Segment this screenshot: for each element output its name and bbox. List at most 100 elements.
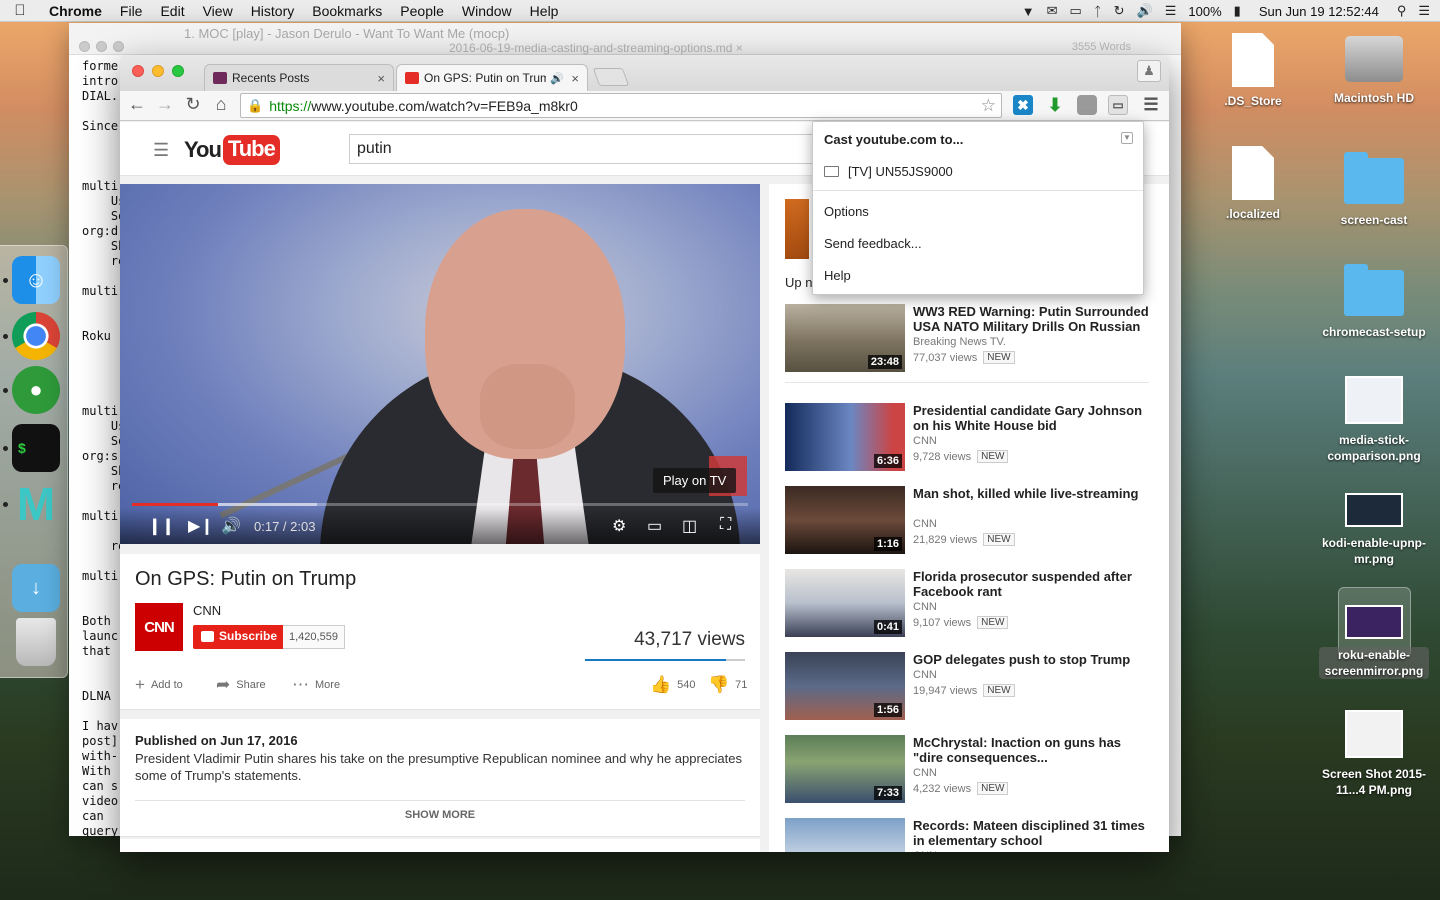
desktop-icon-screen-shot[interactable]: Screen Shot 2015-11...4 PM.png xyxy=(1309,710,1439,798)
zoom-icon[interactable] xyxy=(172,65,184,77)
bluetooth-icon[interactable]: ᛏ xyxy=(1094,4,1102,19)
chrome-menu-icon[interactable]: ☰ xyxy=(1141,95,1161,115)
ad-thumbnail[interactable] xyxy=(785,199,809,259)
like-button[interactable]: 👍 540 xyxy=(650,675,696,695)
share-button[interactable]: ➦ Share xyxy=(216,675,266,695)
tab-close-icon[interactable]: × xyxy=(571,71,579,86)
reload-icon[interactable]: ↻ xyxy=(182,94,204,115)
video-thumbnail[interactable] xyxy=(785,818,905,852)
battery-icon[interactable]: ▮ xyxy=(1234,3,1241,19)
add-to-button[interactable]: + Add to xyxy=(135,675,183,695)
forward-icon[interactable]: → xyxy=(154,94,176,115)
related-video[interactable]: 1:56 GOP delegates push to stop Trump CNN 1… xyxy=(785,652,1155,722)
cyberduck-icon[interactable]: ● xyxy=(12,366,60,414)
related-title[interactable]: WW3 RED Warning: Putin Surrounded USA NA… xyxy=(913,304,1153,334)
downloads-folder-icon[interactable]: ↓ xyxy=(12,564,60,612)
menu-history[interactable]: History xyxy=(242,3,304,19)
chrome-icon[interactable] xyxy=(12,312,60,360)
related-video[interactable]: 23:48 WW3 RED Warning: Putin Surrounded U… xyxy=(785,304,1155,374)
new-tab-button[interactable] xyxy=(592,68,630,86)
address-bar[interactable]: 🔒 https:// www.youtube.com/watch?v=FEB9a… xyxy=(240,93,1002,118)
mail-icon[interactable]: ✉ xyxy=(1047,3,1058,19)
related-title[interactable]: Presidential candidate Gary Johnson on h… xyxy=(913,403,1153,433)
video-thumbnail[interactable]: 1:56 xyxy=(785,652,905,720)
fullscreen-icon[interactable]: ⛶ xyxy=(720,516,731,534)
spotlight-search-icon[interactable]: ⚲ xyxy=(1397,3,1407,19)
settings-gear-icon[interactable]: ⚙ xyxy=(612,516,626,536)
apple-menu-icon[interactable]:  xyxy=(0,2,40,19)
subscribe-button[interactable]: Subscribe xyxy=(193,625,286,649)
tab-youtube[interactable]: On GPS: Putin on Trump 🔊 × xyxy=(396,64,588,91)
extension-icon[interactable]: ✖ xyxy=(1013,95,1033,115)
cast-feedback-link[interactable]: Send feedback... xyxy=(824,236,922,251)
markdown-editor-icon[interactable]: M xyxy=(12,478,60,530)
desktop-icon-roku[interactable]: roku-enable-screenmirror.png xyxy=(1309,605,1439,679)
search-input[interactable]: putin xyxy=(349,134,829,164)
desktop-icon-ds-store[interactable]: .DS_Store xyxy=(1188,33,1318,109)
cast-help-link[interactable]: Help xyxy=(824,268,851,283)
youtube-logo[interactable]: You Tube xyxy=(184,135,280,165)
related-video[interactable]: 6:36 Presidential candidate Gary Johnson … xyxy=(785,403,1155,473)
collapse-icon[interactable]: ▼ xyxy=(1121,132,1133,144)
desktop-icon-kodi[interactable]: kodi-enable-upnp-mr.png xyxy=(1309,493,1439,567)
menu-help[interactable]: Help xyxy=(521,3,568,19)
bookmark-star-icon[interactable]: ☆ xyxy=(981,96,996,116)
time-machine-icon[interactable]: ↻ xyxy=(1114,3,1125,19)
video-thumbnail[interactable]: 7:33 xyxy=(785,735,905,803)
desktop-icon-screen-cast[interactable]: screen-cast xyxy=(1309,152,1439,228)
menu-file[interactable]: File xyxy=(111,3,152,19)
dislike-button[interactable]: 👎 71 xyxy=(708,675,747,695)
desktop-icon-media-stick[interactable]: media-stick-comparison.png xyxy=(1309,376,1439,464)
volume-icon[interactable]: 🔊 xyxy=(221,516,241,536)
menu-people[interactable]: People xyxy=(391,3,453,19)
video-thumbnail[interactable]: 1:16 xyxy=(785,486,905,554)
volume-icon[interactable]: 🔊 xyxy=(1137,3,1153,19)
desktop-icon-macintosh-hd[interactable]: Macintosh HD xyxy=(1309,36,1439,106)
next-icon[interactable]: ▶❙ xyxy=(188,516,214,536)
related-title[interactable]: Florida prosecutor suspended after Faceb… xyxy=(913,569,1153,599)
download-extension-icon[interactable]: ⬇ xyxy=(1045,95,1065,115)
home-icon[interactable]: ⌂ xyxy=(210,94,232,115)
video-thumbnail[interactable]: 0:41 xyxy=(785,569,905,637)
finder-icon[interactable]: ☺ xyxy=(12,256,60,304)
video-thumbnail[interactable]: 23:48 xyxy=(785,304,905,372)
progress-bar[interactable] xyxy=(132,503,748,506)
audio-playing-icon[interactable]: 🔊 xyxy=(550,72,564,85)
theater-mode-icon[interactable]: ▭ xyxy=(647,516,662,536)
cast-options-link[interactable]: Options xyxy=(824,204,869,219)
video-thumbnail[interactable]: 6:36 xyxy=(785,403,905,471)
desktop-icon-chromecast-setup[interactable]: chromecast-setup xyxy=(1309,264,1439,340)
channel-name[interactable]: CNN xyxy=(193,603,221,618)
download-status-icon[interactable]: ▼ xyxy=(1022,4,1035,19)
menu-bookmarks[interactable]: Bookmarks xyxy=(303,3,391,19)
menu-view[interactable]: View xyxy=(194,3,242,19)
wifi-icon[interactable]: ☰ xyxy=(1165,3,1177,19)
video-player[interactable]: Play on TV ❙❙ ▶❙ 🔊 0:17 / 2:03 ⚙ ▭ ◫ ⛶ xyxy=(120,184,760,544)
clock[interactable]: Sun Jun 19 12:52:44 xyxy=(1259,4,1379,19)
notification-center-icon[interactable]: ☰ xyxy=(1418,3,1430,19)
zoom-icon[interactable] xyxy=(113,41,124,52)
menu-window[interactable]: Window xyxy=(453,3,521,19)
related-title[interactable]: McChrystal: Inaction on guns has "dire c… xyxy=(913,735,1153,765)
close-icon[interactable] xyxy=(79,41,90,52)
airplay-icon[interactable]: ▭ xyxy=(1070,3,1082,19)
related-title[interactable]: Records: Mateen disciplined 31 times in … xyxy=(913,818,1153,848)
menu-app-chrome[interactable]: Chrome xyxy=(40,3,111,19)
battery-percent[interactable]: 100% xyxy=(1188,4,1221,19)
channel-avatar[interactable]: CNN xyxy=(135,603,183,651)
terminal-icon[interactable]: $ xyxy=(12,424,60,472)
menu-edit[interactable]: Edit xyxy=(151,3,193,19)
extension-icon[interactable] xyxy=(1077,95,1097,115)
pause-icon[interactable]: ❙❙ xyxy=(148,516,175,536)
related-video[interactable]: 7:33 McChrystal: Inaction on guns has "di… xyxy=(785,735,1155,805)
show-more-button[interactable]: SHOW MORE xyxy=(120,809,760,821)
minimize-icon[interactable] xyxy=(96,41,107,52)
editor-text[interactable]: forme intro DIAL. Since multi Us So org:d Sh… xyxy=(82,59,125,839)
related-video[interactable]: 0:41 Florida prosecutor suspended after F… xyxy=(785,569,1155,639)
minimize-icon[interactable] xyxy=(152,65,164,77)
editor-titlebar[interactable]: 1. MOC [play] - Jason Derulo - Want To W… xyxy=(69,23,1181,55)
trash-icon[interactable] xyxy=(16,618,56,666)
desktop-icon-localized[interactable]: .localized xyxy=(1188,146,1318,222)
more-button[interactable]: ⋯ More xyxy=(292,675,340,695)
tab-close-icon[interactable]: × xyxy=(377,71,385,86)
